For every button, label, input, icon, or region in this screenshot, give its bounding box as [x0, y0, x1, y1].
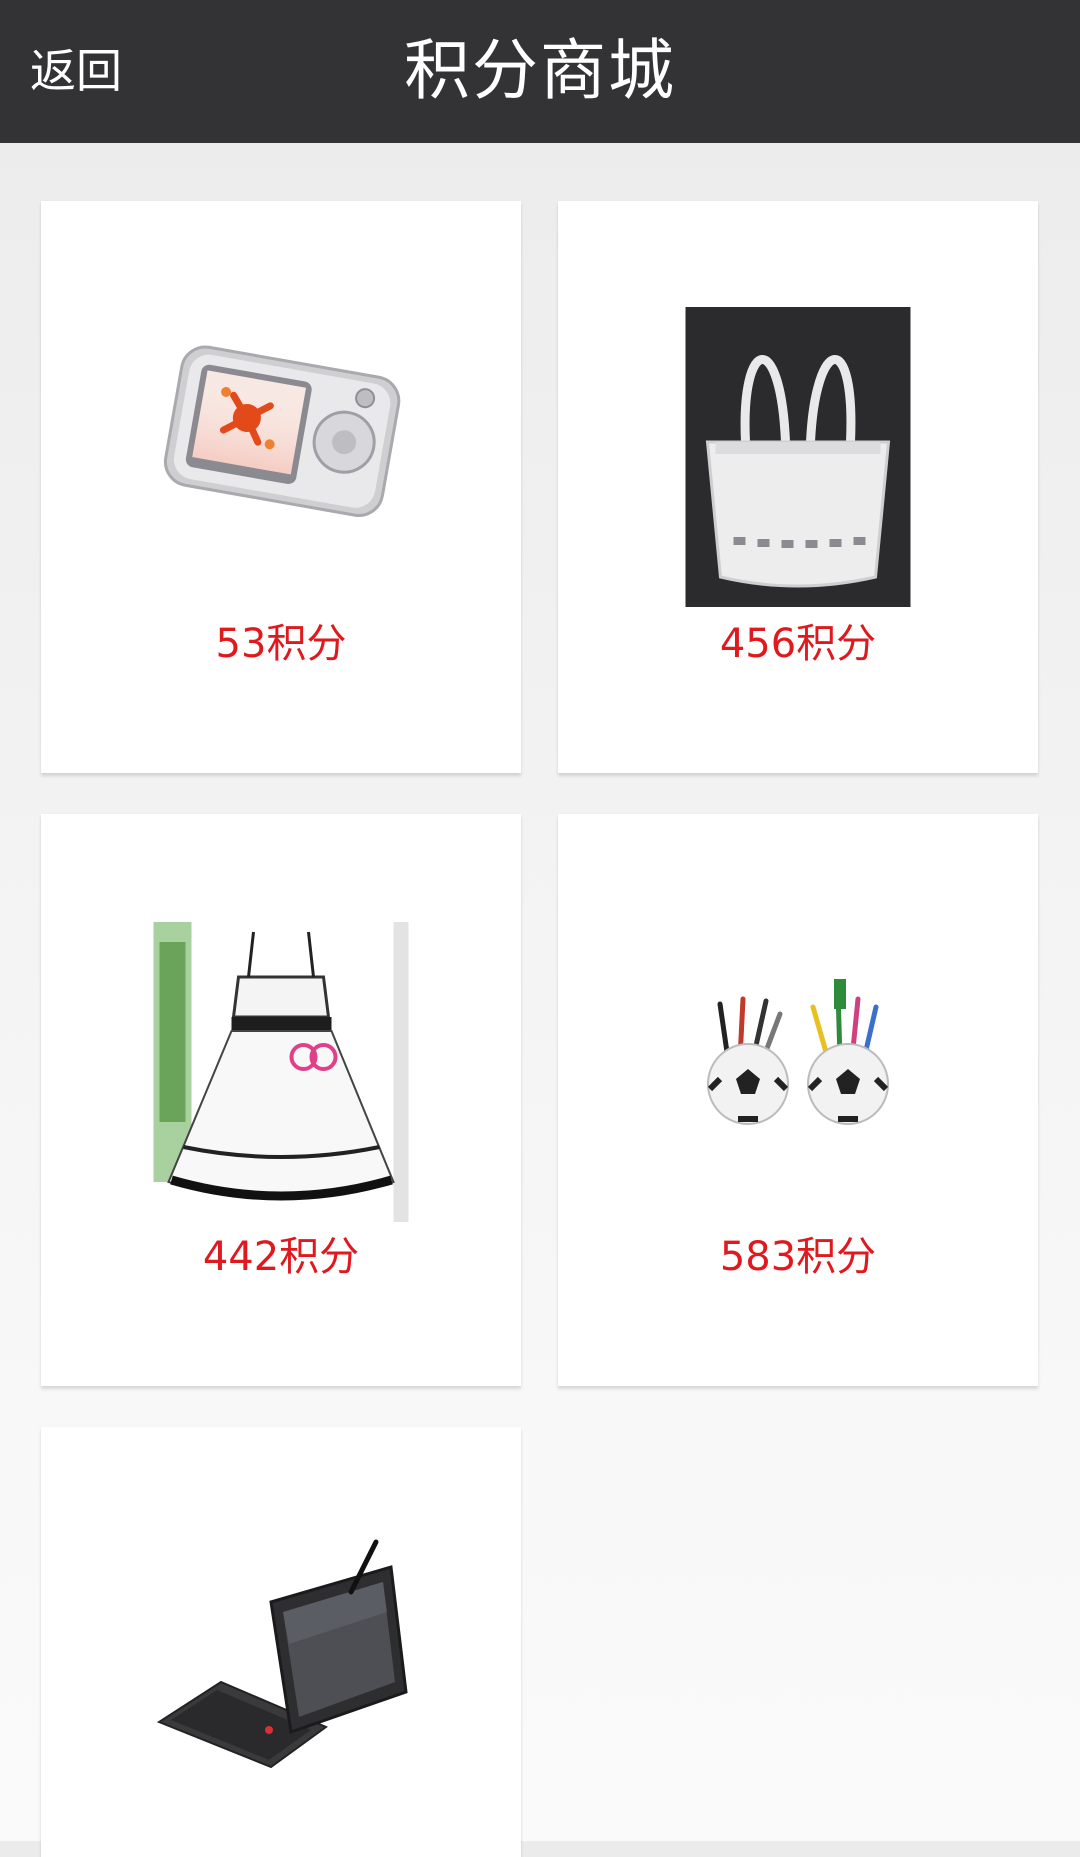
- white-handbag-image: [685, 307, 911, 607]
- product-grid: 53积分 456积分 442积分 583积分: [0, 0, 1080, 1857]
- product-price: 456积分: [719, 621, 877, 667]
- product-card[interactable]: [41, 1427, 521, 1857]
- product-card[interactable]: 53积分: [41, 201, 521, 773]
- mp3-player-image: [151, 306, 411, 566]
- soccer-ball-pen-holder-image: [668, 919, 928, 1179]
- product-card[interactable]: 456积分: [558, 201, 1038, 773]
- product-card[interactable]: 442积分: [41, 814, 521, 1386]
- product-card[interactable]: 583积分: [558, 814, 1038, 1386]
- product-price: 53积分: [215, 621, 347, 667]
- product-price: 583积分: [719, 1234, 877, 1280]
- white-dress-image: [153, 922, 409, 1222]
- product-price: 442积分: [202, 1234, 360, 1280]
- tablet-laptop-image: [151, 1532, 411, 1792]
